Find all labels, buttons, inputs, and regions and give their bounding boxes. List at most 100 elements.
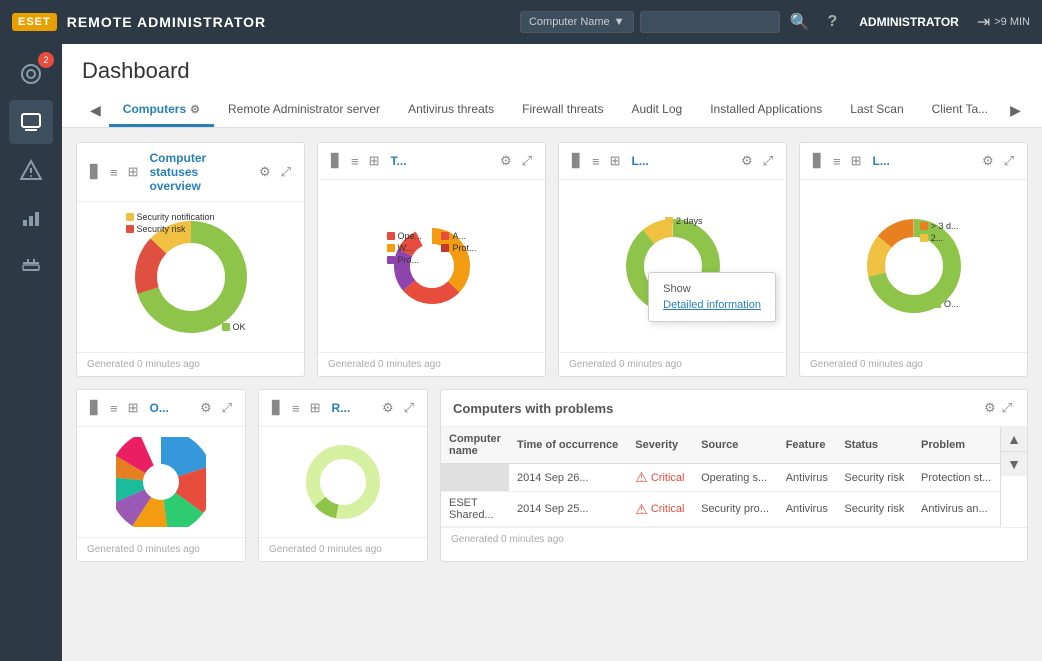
widget-table-icon-4[interactable]: ⊞ [848,151,865,171]
widget-list-icon-2[interactable]: ≡ [348,152,362,171]
tab-computers[interactable]: Computers ⚙ [109,94,214,127]
widget-computer-statuses-header: ▊ ≡ ⊞ Computer statuses overview ⚙ ⤢ [77,143,304,202]
widget-list-icon[interactable]: ≡ [107,163,121,182]
widget-antivirus-header: ▊ ≡ ⊞ T... ⚙ ⤢ [318,143,545,180]
col-feature: Feature [778,427,837,464]
problems-settings-icon[interactable]: ⚙ [981,398,999,418]
tab-audit-log[interactable]: Audit Log [617,94,696,127]
scroll-down-button[interactable]: ▼ [1001,452,1027,476]
search-input[interactable] [640,11,780,33]
tab-client-tasks[interactable]: Client Ta... [918,94,1002,127]
eset-logo: ESET [12,13,57,31]
warning-icon-2: ⚠ [635,501,648,518]
widget-bar-icon-2[interactable]: ▊ [328,151,344,171]
widget-4-title: L... [873,154,975,168]
widget-bar-icon-5[interactable]: ▊ [87,398,103,418]
widget-list-icon-3[interactable]: ≡ [589,152,603,171]
problems-title: Computers with problems [453,401,981,416]
sidebar-item-reports[interactable] [9,196,53,240]
legend-3d: > 3 d... [920,221,959,231]
logout-icon: ⇥ [977,12,990,32]
dashboard-content: ▊ ≡ ⊞ Computer statuses overview ⚙ ⤢ [62,128,1042,661]
widget-4: ▊ ≡ ⊞ L... ⚙ ⤢ > 3 d... [799,142,1028,377]
page-header: Dashboard ◀ Computers ⚙ Remote Administr… [62,44,1042,128]
widget-list-icon-6[interactable]: ≡ [289,399,303,418]
widget-bar-icon-4[interactable]: ▊ [810,151,826,171]
widget-table-icon-2[interactable]: ⊞ [366,151,383,171]
tab-installed-apps[interactable]: Installed Applications [696,94,836,127]
cell-problem-1: Protection st... [913,464,1000,492]
sidebar: 2 [0,44,62,661]
tab-antivirus-threats[interactable]: Antivirus threats [394,94,508,127]
scroll-up-button[interactable]: ▲ [1001,427,1027,452]
table-row[interactable]: ESET Shared... 2014 Sep 25... ⚠ Critical [441,492,1000,527]
widget-5-body [77,427,245,537]
search-icon[interactable]: 🔍 [786,8,814,36]
widget-settings-icon[interactable]: ⚙ [256,162,274,182]
tabs-next-button[interactable]: ▶ [1002,96,1022,125]
widget-5: ▊ ≡ ⊞ O... ⚙ ⤢ [76,389,246,562]
tab-computers-settings-icon[interactable]: ⚙ [190,103,200,116]
pie-svg-5 [116,437,206,527]
widget-expand-icon-2[interactable]: ⤢ [519,151,535,171]
col-time: Time of occurrence [509,427,627,464]
cell-time-1: 2014 Sep 26... [509,464,627,492]
legend-security-risk: Security risk [126,224,215,234]
session-button[interactable]: ⇥ >9 MIN [977,12,1030,32]
legend-a: A... [441,231,476,241]
widget-settings-icon-4[interactable]: ⚙ [979,151,997,171]
widget-antivirus-body: Ope... W... Pro... [318,180,545,352]
widget-table-icon-5[interactable]: ⊞ [125,398,142,418]
widget-expand-icon[interactable]: ⤢ [278,162,294,182]
sidebar-item-computers[interactable] [9,100,53,144]
widget-table-icon[interactable]: ⊞ [125,162,142,182]
app-title: REMOTE ADMINISTRATOR [67,14,266,30]
warning-icon-1: ⚠ [635,469,648,486]
sidebar-item-tools[interactable] [9,244,53,288]
widget-problems: Computers with problems ⚙ ⤢ Computer nam… [440,389,1028,562]
tab-firewall-threats[interactable]: Firewall threats [508,94,617,127]
legend-2days: 2 days [665,216,703,226]
donut-chart-4: > 3 d... 2... [864,216,964,316]
widget-settings-icon-2[interactable]: ⚙ [497,151,515,171]
filter-button[interactable]: Computer Name ▼ [520,11,634,33]
tabs-prev-button[interactable]: ◀ [82,96,109,125]
tab-last-scan[interactable]: Last Scan [836,94,917,127]
widget-settings-icon-3[interactable]: ⚙ [738,151,756,171]
problems-expand-icon[interactable]: ⤢ [999,398,1015,418]
col-severity: Severity [627,427,693,464]
widget-settings-icon-6[interactable]: ⚙ [379,398,397,418]
widget-expand-icon-5[interactable]: ⤢ [219,398,235,418]
problems-table-area: Computer name Time of occurrence Severit… [441,427,1027,527]
widget-computer-statuses-footer: Generated 0 minutes ago [77,352,304,376]
widget-expand-icon-3[interactable]: ⤢ [760,151,776,171]
widget-table-icon-3[interactable]: ⊞ [607,151,624,171]
col-status: Status [836,427,913,464]
widget-bar-icon-3[interactable]: ▊ [569,151,585,171]
chevron-down-icon: ▼ [614,16,625,28]
widget-last-scan-body: 2 days Show Detailed [559,180,786,352]
widget-list-icon-4[interactable]: ≡ [830,152,844,171]
tab-remote-admin[interactable]: Remote Administrator server [214,94,394,127]
widget-expand-icon-6[interactable]: ⤢ [401,398,417,418]
problems-header: Computers with problems ⚙ ⤢ [441,390,1027,427]
widget-4-body: > 3 d... 2... [800,180,1027,352]
widgets-row-1: ▊ ≡ ⊞ Computer statuses overview ⚙ ⤢ [76,142,1028,377]
widget-expand-icon-4[interactable]: ⤢ [1001,151,1017,171]
legend-2x: 2... [920,233,959,243]
sidebar-item-alerts[interactable] [9,148,53,192]
widget-bar-icon-6[interactable]: ▊ [269,398,285,418]
help-icon[interactable]: ? [823,9,841,35]
widget-last-scan-title: L... [632,154,734,168]
tooltip-detailed-link[interactable]: Detailed information [663,299,761,311]
widget-bar-chart-icon[interactable]: ▊ [87,162,103,182]
widget-list-icon-5[interactable]: ≡ [107,399,121,418]
table-row[interactable]: 2014 Sep 26... ⚠ Critical Operating s... [441,464,1000,492]
widget-table-icon-6[interactable]: ⊞ [307,398,324,418]
sidebar-badge: 2 [38,52,54,68]
cell-source-1: Operating s... [693,464,778,492]
widget-settings-icon-5[interactable]: ⚙ [197,398,215,418]
col-computer-name: Computer name [441,427,509,464]
widget-6-title: R... [332,401,375,415]
widget-4-header: ▊ ≡ ⊞ L... ⚙ ⤢ [800,143,1027,180]
